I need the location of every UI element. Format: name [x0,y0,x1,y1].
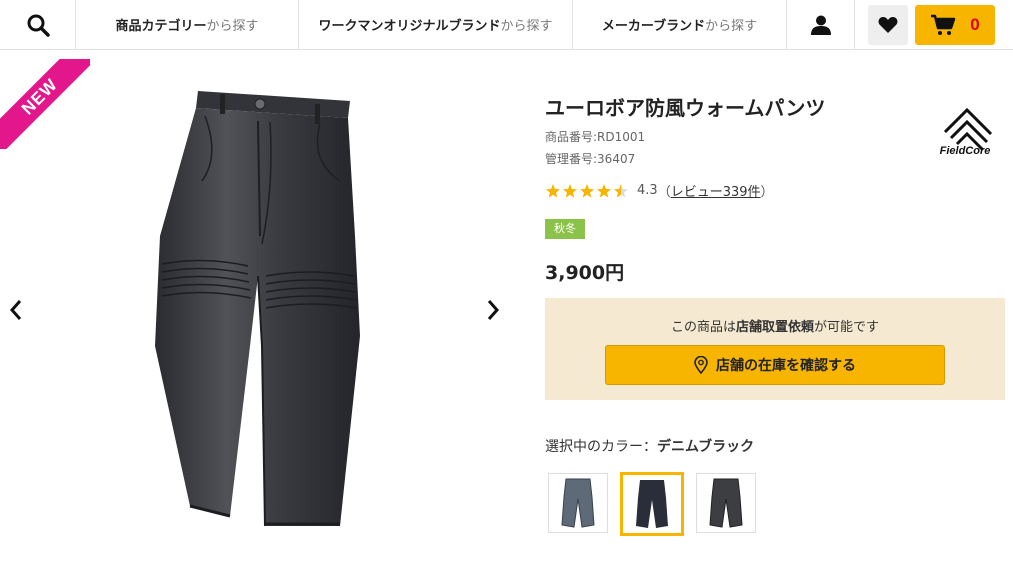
color-swatch-blue-denim[interactable] [548,473,608,533]
nav-original-brand-label: ワークマンオリジナルブランド [318,19,501,34]
color-swatch-denim-black[interactable] [620,472,684,536]
review-link[interactable]: レビュー339件 [671,181,761,200]
cart-count: 0 [970,15,980,34]
store-msg-suffix: が可能です [814,320,880,335]
product-gallery: NEW [0,51,525,563]
check-store-stock-label: 店舗の在庫を確認する [716,358,856,374]
store-msg-prefix: この商品は [670,320,736,335]
swatch-image [636,480,668,528]
star-icon [597,183,611,198]
color-swatches [548,472,756,536]
rating-value: 4.3 [637,183,658,198]
product-title: ユーロボア防風ウォームパンツ [545,96,826,120]
cart-button[interactable]: 0 [915,5,995,45]
favorites-button[interactable] [868,5,908,45]
user-icon [810,15,831,35]
store-pickup-message: この商品は店舗取置依頼が可能です [545,316,1005,335]
chevron-left-icon [9,300,22,320]
swatch-image [709,478,743,528]
product-price: 3,900円 [545,262,625,284]
nav-category-label: 商品カテゴリー [115,19,207,34]
star-icon [563,183,577,198]
management-number: 管理番号:36407 [545,152,636,166]
nav-maker-brand-label: メーカーブランド [601,19,706,34]
heart-icon [878,17,898,33]
selected-color-value: デニムブラック [657,439,755,455]
product-image [155,91,360,527]
swatch-image [561,478,595,528]
next-image-button[interactable] [481,295,505,325]
nav-maker-brand-suffix: から探す [705,19,758,34]
new-ribbon: NEW [0,59,90,149]
nav-category[interactable]: 商品カテゴリー から探す [76,0,299,50]
selected-color: 選択中のカラー：デニムブラック [545,436,754,456]
star-icon [580,183,594,198]
star-icon [546,183,560,198]
color-swatch-black[interactable] [696,473,756,533]
new-ribbon-label: NEW [0,59,90,149]
store-msg-bold: 店舗取置依頼 [735,320,814,335]
site-header: 商品カテゴリー から探す ワークマンオリジナルブランド から探す メーカーブランドか… [0,0,1013,50]
cart-icon [931,14,956,35]
star-icon [614,183,628,198]
svg-text:FieldCore: FieldCore [940,145,991,156]
review-close-paren: ） [760,185,774,200]
chevron-right-icon [487,300,500,320]
store-pickup-box: この商品は店舗取置依頼が可能です 店舗の在庫を確認する [545,298,1005,400]
search-icon [27,14,50,37]
selected-color-label: 選択中のカラー： [545,439,657,455]
season-badge: 秋冬 [545,219,585,239]
rating-stars [545,183,629,199]
nav-maker-brand[interactable]: メーカーブランド から探す [573,0,787,50]
account-button[interactable] [787,0,855,50]
check-store-stock-button[interactable]: 店舗の在庫を確認する [605,345,945,385]
prev-image-button[interactable] [4,295,28,325]
nav-original-brand[interactable]: ワークマンオリジナルブランド から探す [299,0,573,50]
rating: 4.3 （レビュー339件） [545,181,774,200]
map-pin-icon [694,356,708,374]
review-open-paren: （ [657,185,671,200]
nav-original-brand-suffix: から探す [500,19,553,34]
brand-logo[interactable]: FieldCore [937,104,993,156]
nav-category-suffix: から探す [206,19,259,34]
product-number: 商品番号:RD1001 [545,130,646,144]
search-button[interactable] [0,0,76,50]
